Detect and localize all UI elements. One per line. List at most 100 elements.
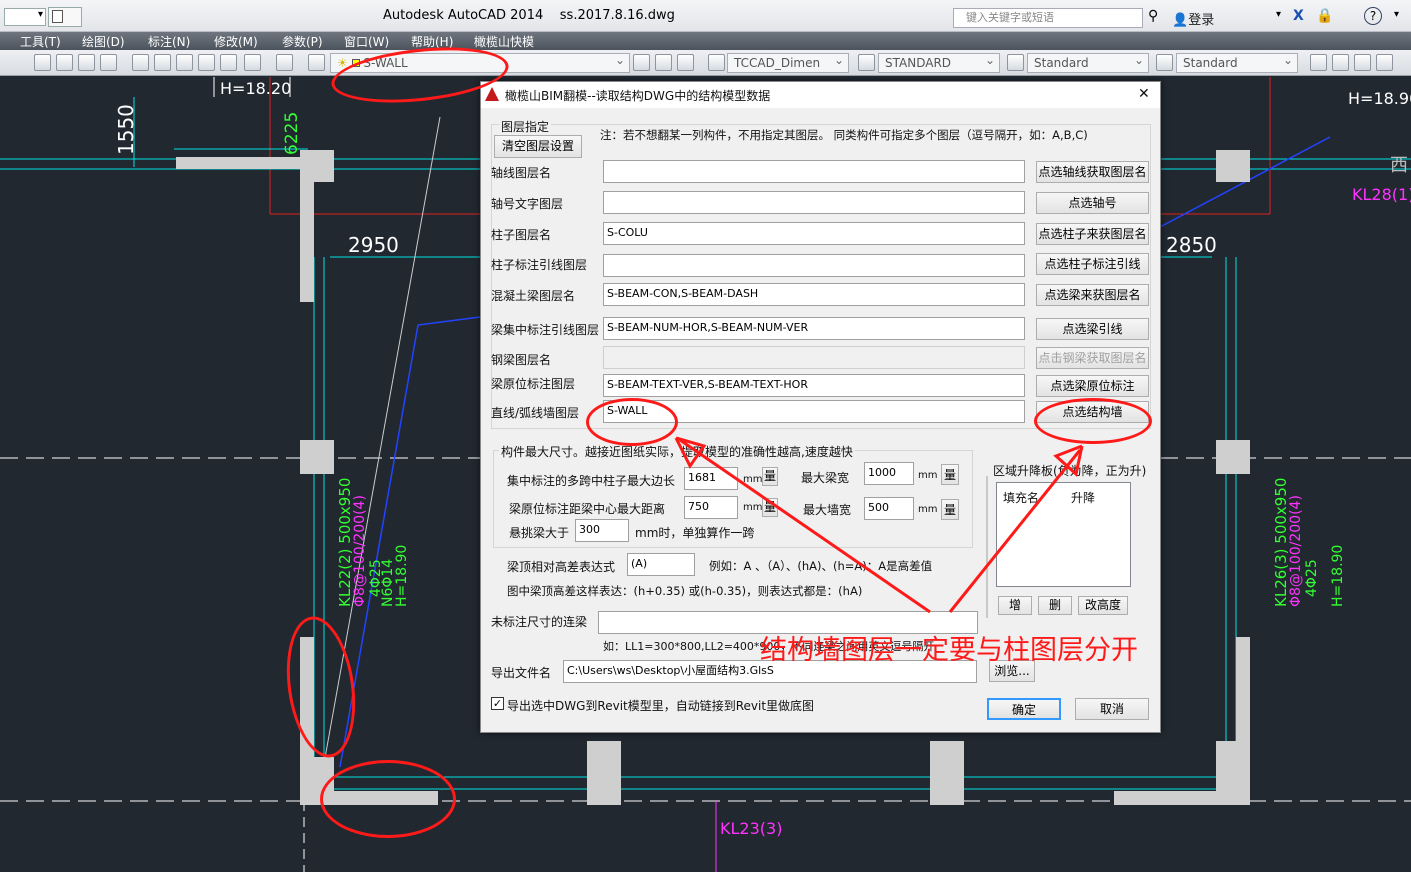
column-layer-input[interactable]: S-COLU [603, 222, 1025, 245]
export-revit-checkbox[interactable]: ✓ [491, 697, 504, 710]
annotation-circle-wall-button [1034, 398, 1152, 444]
text-style-dropdown[interactable]: STANDARD [878, 51, 1000, 73]
menu-parametric[interactable]: 参数(P) [282, 33, 323, 50]
zoom-window-icon[interactable] [78, 54, 95, 71]
sheet-set-icon[interactable] [198, 54, 215, 71]
table-style-icon[interactable] [1007, 54, 1024, 71]
beam-leader-layer-label: 梁集中标注引线图层 [491, 323, 600, 337]
markup-icon[interactable] [220, 54, 237, 71]
beam-height-left: H=18.90 [394, 544, 410, 607]
beam-origin-dist-unit: mm [743, 502, 763, 513]
login-button[interactable]: 👤登录 [1172, 9, 1214, 28]
beam-expr-input[interactable]: (A) [627, 553, 695, 576]
cancel-button[interactable]: 取消 [1075, 698, 1149, 720]
quick-access-dropdown[interactable]: ▾ [4, 8, 46, 26]
help-tool-icon[interactable] [276, 54, 293, 71]
pick-beam-origin-button[interactable]: 点选梁原位标注 [1036, 375, 1149, 397]
steel-beam-layer-input[interactable] [603, 346, 1025, 369]
pick-column-layer-button[interactable]: 点选柱子来获图层名 [1036, 223, 1149, 245]
beam-origin-dist-input[interactable]: 750 [684, 496, 738, 519]
clear-layers-button[interactable]: 清空图层设置 [494, 135, 582, 158]
arrange-icon-3[interactable] [1354, 54, 1371, 71]
layer-manager-icon[interactable] [308, 54, 325, 71]
max-beam-width-input[interactable]: 1000 [864, 462, 914, 485]
region-group [986, 476, 988, 618]
max-wall-width-unit: mm [918, 504, 938, 515]
help-icon[interactable]: ? [1364, 7, 1382, 25]
arrange-icon-1[interactable] [1310, 54, 1327, 71]
viewcube-west-label[interactable]: 西 [1390, 151, 1408, 177]
max-column-side-label: 集中标注的多跨中柱子最大边长 [507, 474, 676, 488]
beam-origin-layer-input[interactable]: S-BEAM-TEXT-VER,S-BEAM-TEXT-HOR [603, 374, 1025, 397]
concrete-beam-layer-input[interactable]: S-BEAM-CON,S-BEAM-DASH [603, 283, 1025, 306]
beam-height-right: H=18.90 [1330, 544, 1346, 607]
dialog-title-bar: 橄榄山BIM翻模--读取结构DWG中的结构模型数据 ✕ [481, 82, 1160, 108]
region-add-button[interactable]: 增 [998, 596, 1032, 615]
export-revit-label: 导出选中DWG到Revit模型里，自动链接到Revit里做底图 [507, 699, 815, 713]
measure-beam-origin-button[interactable]: 量 [762, 498, 778, 517]
file-icon [52, 10, 63, 23]
autocad-window: ▾ Autodesk AutoCAD 2014 ss.2017.8.16.dwg… [0, 0, 1411, 872]
layer-group-title: 图层指定 [499, 118, 552, 135]
ok-button[interactable]: 确定 [987, 698, 1061, 720]
menu-draw[interactable]: 绘图(D) [82, 33, 125, 50]
beam-stirrup-right: Φ8@100/200(4) [1288, 495, 1304, 607]
pan-icon[interactable] [34, 54, 51, 71]
measure-wall-width-button[interactable]: 量 [941, 499, 959, 520]
axis-layer-input[interactable] [603, 160, 1025, 183]
binoculars-icon[interactable]: ⚲ [1148, 8, 1158, 24]
region-list[interactable]: 填充名 升降 [996, 482, 1131, 587]
menu-dimension[interactable]: 标注(N) [148, 33, 190, 50]
concrete-beam-layer-label: 混凝土梁图层名 [491, 289, 576, 303]
max-wall-width-input[interactable]: 500 [864, 497, 914, 520]
menu-modify[interactable]: 修改(M) [214, 33, 258, 50]
search-input[interactable]: 键入关键字或短语 [953, 8, 1143, 28]
calculator-icon[interactable] [244, 54, 261, 71]
text-style-icon[interactable] [708, 54, 725, 71]
dim-style-dropdown[interactable]: TCCAD_Dimen [727, 51, 849, 73]
region-edit-height-button[interactable]: 改高度 [1078, 596, 1128, 615]
mleader-style-dropdown[interactable]: Standard [1176, 51, 1298, 73]
pick-beam-leader-button[interactable]: 点选梁引线 [1036, 318, 1149, 340]
dim-style-icon[interactable] [858, 54, 875, 71]
close-icon[interactable]: ✕ [1138, 86, 1150, 102]
beam-leader-layer-input[interactable]: S-BEAM-NUM-HOR,S-BEAM-NUM-VER [603, 317, 1025, 340]
menu-olive-plugin[interactable]: 橄榄山快模 [474, 33, 534, 50]
pick-steel-beam-button[interactable]: 点击钢梁获取图层名 [1036, 347, 1149, 369]
menu-window[interactable]: 窗口(W) [344, 33, 389, 50]
measure-column-button[interactable]: 量 [762, 467, 778, 486]
mleader-style-icon[interactable] [1156, 54, 1173, 71]
beam-label-kl28: KL28(1) [1352, 185, 1411, 204]
column-leader-layer-input[interactable] [603, 254, 1025, 277]
toolbar: ☀ S-WALL TCCAD_Dimen STANDARD Standard S… [0, 50, 1411, 76]
properties-icon[interactable] [132, 54, 149, 71]
zoom-realtime-icon[interactable] [56, 54, 73, 71]
arrange-icon-2[interactable] [1332, 54, 1349, 71]
chevron-down-icon[interactable]: ▾ [1276, 9, 1281, 20]
zoom-previous-icon[interactable] [100, 54, 117, 71]
dialog-title: 橄榄山BIM翻模--读取结构DWG中的结构模型数据 [505, 89, 771, 103]
cantilever-input[interactable]: 300 [575, 519, 629, 542]
axis-text-layer-input[interactable] [603, 191, 1025, 214]
layer-states-icon[interactable] [677, 54, 694, 71]
max-column-side-input[interactable]: 1681 [684, 467, 738, 490]
pick-beam-layer-button[interactable]: 点选梁来获图层名 [1036, 284, 1149, 306]
new-file-button[interactable] [48, 7, 82, 27]
measure-beam-width-button[interactable]: 量 [941, 464, 959, 485]
max-wall-width-label: 最大墙宽 [803, 503, 852, 517]
tool-palette-icon[interactable] [176, 54, 193, 71]
region-delete-button[interactable]: 删 [1038, 596, 1072, 615]
layer-previous-icon[interactable] [633, 54, 650, 71]
exchange-icon[interactable]: X [1293, 8, 1304, 24]
table-style-dropdown[interactable]: Standard [1027, 51, 1149, 73]
make-current-icon[interactable] [655, 54, 672, 71]
lock-icon[interactable]: 🔒 [1316, 8, 1333, 24]
menu-tools[interactable]: 工具(T) [20, 33, 61, 50]
help-menu-chevron[interactable]: ▾ [1394, 9, 1399, 20]
pick-column-leader-button[interactable]: 点选柱子标注引线 [1036, 253, 1149, 275]
column-leader-layer-label: 柱子标注引线图层 [491, 258, 588, 272]
pick-axis-number-button[interactable]: 点选轴号 [1036, 192, 1149, 214]
pick-axis-layer-button[interactable]: 点选轴线获取图层名 [1036, 161, 1149, 183]
arrange-icon-4[interactable] [1376, 54, 1393, 71]
design-center-icon[interactable] [154, 54, 171, 71]
